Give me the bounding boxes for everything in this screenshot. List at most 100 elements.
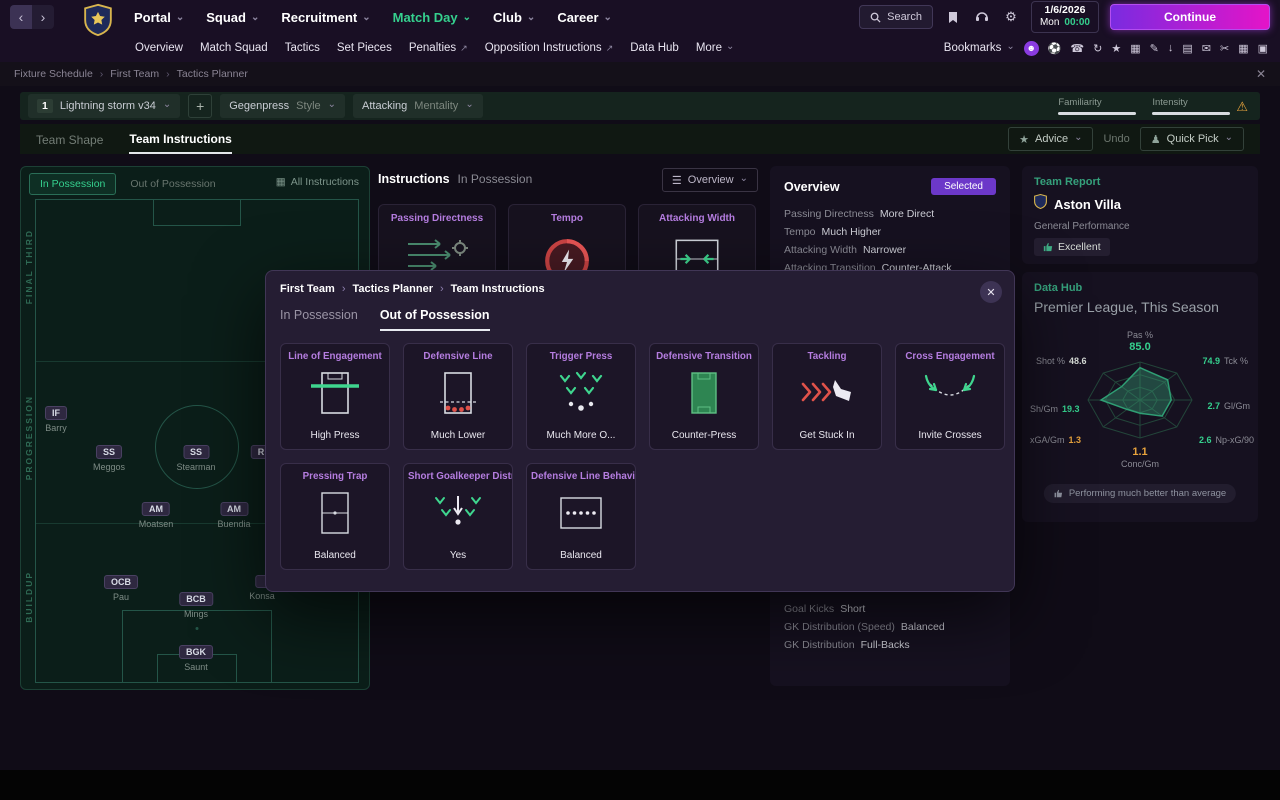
breadcrumb-tactics-planner[interactable]: Tactics Planner — [159, 68, 248, 80]
close-icon[interactable]: ✕ — [1256, 67, 1266, 81]
menu-squad[interactable]: Squad — [206, 10, 259, 25]
forward-button[interactable]: › — [32, 5, 54, 29]
player-pau[interactable]: OCB Pau — [104, 575, 138, 602]
player-mings[interactable]: BCB Mings — [179, 592, 213, 619]
card-line-of-engagement[interactable]: Line of Engagement High Press — [280, 343, 390, 450]
quick-pick-button[interactable]: ♟ Quick Pick — [1139, 127, 1244, 151]
gear-icon[interactable]: ⚙ — [1002, 9, 1020, 25]
overview-row[interactable]: GK Distribution Full-Backs — [784, 636, 945, 654]
tactic-name: Lightning storm v34 — [59, 100, 156, 112]
card-defensive-line-behaviour[interactable]: Defensive Line Behavio Balanced — [526, 463, 636, 570]
phone-icon[interactable]: ☎ — [1070, 42, 1084, 55]
trigger-press-icon — [527, 368, 635, 418]
refresh-icon[interactable]: ↻ — [1093, 42, 1102, 55]
tactic-select[interactable]: 1 Lightning storm v34 — [28, 94, 181, 118]
subnav-overview[interactable]: Overview — [135, 42, 183, 54]
bookmarks-dropdown[interactable]: Bookmarks — [944, 42, 1015, 54]
card-value: Get Stuck In — [799, 430, 855, 441]
menu-club[interactable]: Club — [493, 10, 535, 25]
modal-crumb-tactics-planner[interactable]: Tactics Planner — [335, 283, 433, 295]
stat-label: Tck % — [1223, 356, 1248, 366]
breadcrumb-fixture-schedule[interactable]: Fixture Schedule — [14, 68, 93, 80]
card-defensive-line[interactable]: Defensive Line Much Lower — [403, 343, 513, 450]
toggle-in-possession[interactable]: In Possession — [29, 173, 117, 195]
card-trigger-press[interactable]: Trigger Press Much More O... — [526, 343, 636, 450]
bookmark-icon[interactable] — [944, 11, 962, 24]
overview-row[interactable]: GK Distribution (Speed) Balanced — [784, 618, 945, 636]
subnav-match-squad[interactable]: Match Squad — [200, 42, 268, 54]
modal-tab-out-of-possession[interactable]: Out of Possession — [379, 308, 490, 331]
performance-rating-badge[interactable]: Excellent — [1034, 238, 1110, 256]
overview-row[interactable]: Tempo Much Higher — [784, 223, 996, 241]
overview-row[interactable]: Goal Kicks Short — [784, 600, 945, 618]
player-buendia[interactable]: AM Buendia — [217, 502, 251, 529]
modal-crumb-first-team[interactable]: First Team — [280, 283, 335, 295]
player-name: Mings — [183, 609, 208, 619]
zone-label-final-third: FINAL THIRD — [24, 229, 34, 305]
chevron-down-icon — [726, 42, 734, 54]
menu-match-day[interactable]: Match Day — [393, 10, 471, 25]
search-button[interactable]: Search — [859, 5, 933, 29]
tab-team-instructions[interactable]: Team Instructions — [129, 124, 232, 154]
advice-button[interactable]: ★ Advice — [1008, 127, 1094, 151]
undo-button[interactable]: Undo — [1103, 133, 1129, 145]
overview-row[interactable]: Attacking Width Narrower — [784, 241, 996, 259]
subnav-set-pieces[interactable]: Set Pieces — [337, 42, 392, 54]
card-pressing-trap[interactable]: Pressing Trap Balanced — [280, 463, 390, 570]
menu-recruitment[interactable]: Recruitment — [281, 10, 370, 25]
player-barry[interactable]: IF Barry — [45, 406, 67, 433]
game-date[interactable]: 1/6/2026 Mon 00:00 — [1030, 1, 1099, 33]
modal-close-button[interactable] — [980, 281, 1002, 303]
overview-row[interactable]: Passing Directness More Direct — [784, 205, 996, 223]
card-defensive-transition[interactable]: Defensive Transition Counter-Press — [649, 343, 759, 450]
card-title: Tackling — [807, 351, 847, 362]
subnav-opposition-instructions[interactable]: Opposition Instructions ↗ — [485, 42, 614, 54]
download-icon[interactable]: ↓ — [1168, 42, 1174, 54]
breadcrumb-first-team[interactable]: First Team — [93, 68, 159, 80]
zone-label-progression: PROGRESSION — [24, 395, 34, 481]
menu-portal[interactable]: Portal — [134, 10, 184, 25]
player-saunt[interactable]: BGK Saunt — [179, 645, 213, 672]
toggle-out-of-possession[interactable]: Out of Possession — [120, 173, 225, 195]
card-cross-engagement[interactable]: Cross Engagement Invite Crosses — [895, 343, 1005, 450]
calendar-icon[interactable]: ▦ — [1238, 42, 1248, 55]
team-name[interactable]: Aston Villa — [1054, 197, 1121, 212]
football-icon[interactable]: ⚽ — [1048, 42, 1062, 55]
subnav-more[interactable]: More — [696, 42, 735, 54]
device-icon[interactable]: ▣ — [1258, 42, 1268, 55]
subnav-data-hub[interactable]: Data Hub — [630, 42, 679, 54]
screen-icon[interactable]: ▦ — [1130, 42, 1140, 55]
modal-crumb-team-instructions[interactable]: Team Instructions — [433, 283, 545, 295]
list-icon[interactable]: ▤ — [1182, 42, 1192, 55]
performance-summary-button[interactable]: Performing much better than average — [1043, 484, 1237, 503]
continue-button[interactable]: Continue — [1110, 4, 1270, 30]
awards-icon[interactable]: ★ — [1111, 42, 1121, 55]
chevron-down-icon — [1225, 133, 1233, 145]
subnav-penalties[interactable]: Penalties ↗ — [409, 42, 468, 54]
player-stearman[interactable]: SS Stearman — [176, 445, 216, 472]
tab-team-shape[interactable]: Team Shape — [36, 125, 103, 153]
mentality-select[interactable]: Attacking Mentality — [353, 94, 483, 118]
style-select[interactable]: Gegenpress Style — [220, 94, 346, 118]
warning-icon[interactable]: ⚠ — [1236, 99, 1248, 115]
subnav-tactics[interactable]: Tactics — [285, 42, 320, 54]
view-mode-dropdown[interactable]: ☰ Overview — [661, 168, 758, 192]
player-moatsen[interactable]: AM Moatsen — [139, 502, 173, 529]
back-button[interactable]: ‹ — [10, 5, 32, 29]
cut-icon[interactable]: ✂ — [1220, 42, 1229, 55]
card-title: Defensive Line — [423, 351, 493, 362]
card-short-goalkeeper-distribution[interactable]: Short Goalkeeper Distr Yes — [403, 463, 513, 570]
card-tackling[interactable]: Tackling Get Stuck In — [772, 343, 882, 450]
headset-icon[interactable] — [973, 11, 991, 23]
player-meggos[interactable]: SS Meggos — [93, 445, 125, 472]
club-crest-icon[interactable] — [84, 3, 112, 42]
mail-icon[interactable]: ✉ — [1202, 42, 1211, 55]
profile-icon[interactable]: ☻ — [1023, 40, 1039, 56]
menu-career[interactable]: Career — [557, 10, 612, 25]
add-tactic-button[interactable]: + — [188, 94, 213, 118]
selected-button[interactable]: Selected — [931, 178, 996, 195]
card-value: Yes — [449, 550, 467, 561]
all-instructions-button[interactable]: ▦ All Instructions — [276, 176, 359, 188]
notes-icon[interactable]: ✎ — [1150, 42, 1159, 55]
modal-tab-in-possession[interactable]: In Possession — [280, 308, 358, 331]
